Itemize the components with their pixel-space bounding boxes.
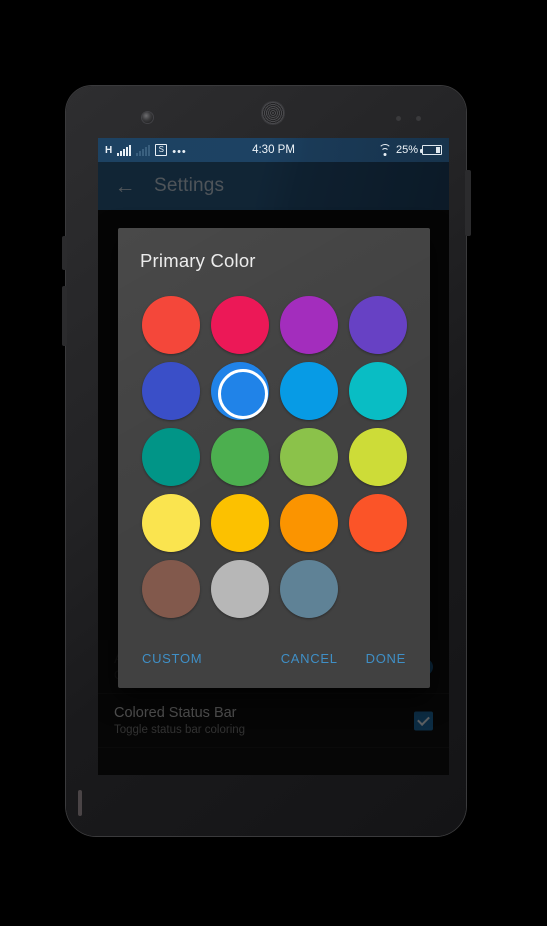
dialog-title: Primary Color (140, 250, 256, 271)
color-swatch-yellow[interactable] (141, 494, 200, 552)
custom-button[interactable]: CUSTOM (140, 643, 204, 674)
battery-icon (420, 145, 442, 155)
screenshot-root: H S ••• 4:30 PM 25% ← Settings Accent Co… (0, 0, 547, 926)
color-swatch-cyan[interactable] (348, 362, 407, 420)
color-swatch-indigo[interactable] (141, 362, 200, 420)
proximity-sensor-icon (396, 116, 401, 121)
color-swatch-blue[interactable] (210, 362, 269, 420)
color-swatch-orange[interactable] (279, 494, 338, 552)
volume-up-button[interactable] (62, 236, 67, 270)
color-swatch-deep-purple[interactable] (348, 296, 407, 354)
front-camera-icon (142, 112, 153, 123)
color-swatch-light-green[interactable] (279, 428, 338, 486)
color-swatch-empty (349, 560, 407, 618)
phone-side-nub (78, 790, 82, 816)
primary-color-dialog: Primary Color CUSTOM CANCEL DONE (118, 228, 430, 688)
color-swatch-brown[interactable] (141, 560, 200, 618)
status-bar: H S ••• 4:30 PM 25% (98, 138, 449, 162)
status-bar-right-icons: 25% (378, 143, 449, 156)
color-swatch-deep-orange[interactable] (348, 494, 407, 552)
earpiece-speaker-icon (261, 101, 285, 125)
color-swatch-blue-grey[interactable] (279, 560, 338, 618)
cancel-button[interactable]: CANCEL (279, 643, 340, 674)
battery-percent-label: 25% (395, 144, 418, 156)
color-swatch-green[interactable] (210, 428, 269, 486)
dialog-actions: CUSTOM CANCEL DONE (140, 632, 408, 688)
done-button[interactable]: DONE (364, 643, 408, 674)
color-swatch-grid (140, 296, 408, 618)
color-swatch-amber[interactable] (210, 494, 269, 552)
wifi-icon (378, 143, 392, 156)
color-swatch-pink[interactable] (210, 296, 269, 354)
color-swatch-light-blue[interactable] (279, 362, 338, 420)
color-swatch-lime[interactable] (348, 428, 407, 486)
volume-down-button[interactable] (62, 286, 67, 346)
color-swatch-red[interactable] (141, 296, 200, 354)
color-swatch-purple[interactable] (279, 296, 338, 354)
phone-screen: H S ••• 4:30 PM 25% ← Settings Accent Co… (98, 138, 449, 775)
color-swatch-grey[interactable] (210, 560, 269, 618)
color-swatch-teal[interactable] (141, 428, 200, 486)
power-button[interactable] (465, 170, 471, 236)
light-sensor-icon (416, 116, 421, 121)
